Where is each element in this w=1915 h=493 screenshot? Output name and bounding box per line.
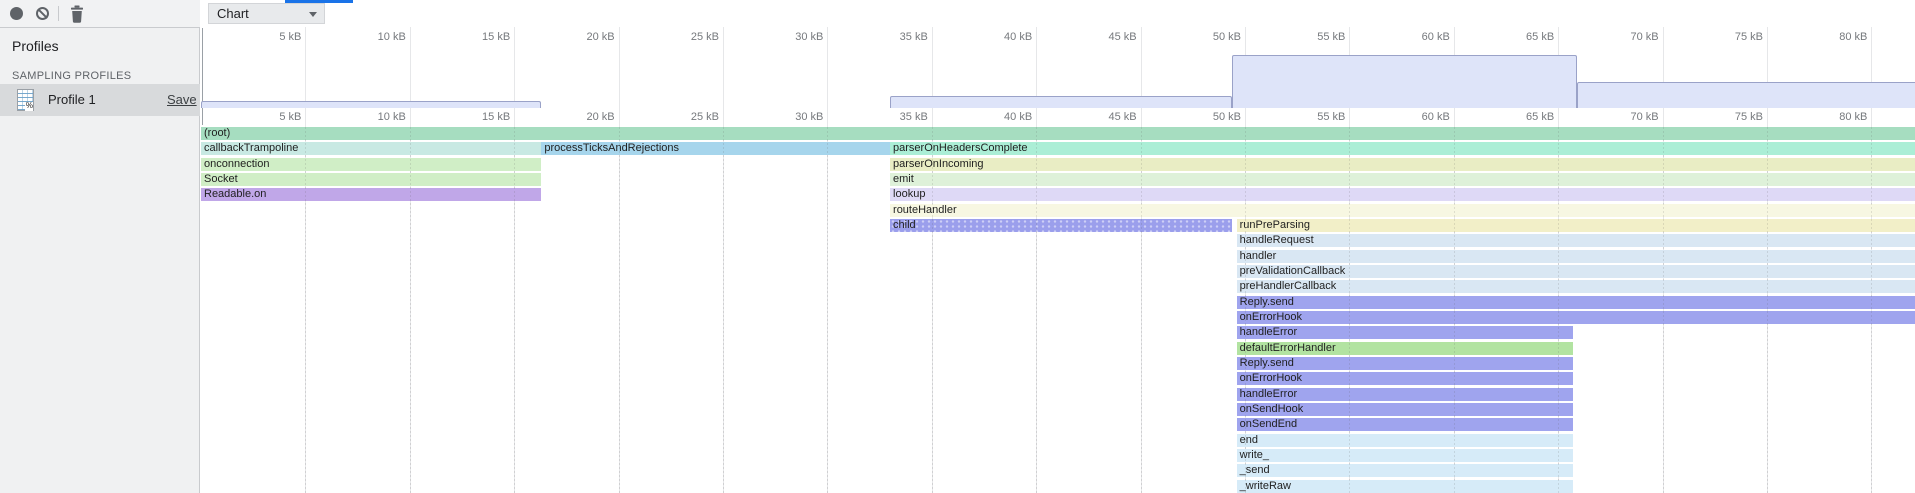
flame-frame[interactable]: handleError — [1237, 388, 1573, 401]
overview-ruler-tick-label: 80 kB — [1839, 31, 1867, 43]
sidebar-section-header: SAMPLING PROFILES — [12, 70, 131, 82]
flame-frame[interactable]: Readable.on — [201, 188, 541, 201]
overview-ruler-tick-label: 75 kB — [1735, 31, 1763, 43]
overview-ruler-tick-label: 65 kB — [1526, 31, 1554, 43]
flame-frame[interactable]: parserOnIncoming — [890, 158, 1915, 171]
overview-ruler-tick-label: 60 kB — [1422, 31, 1450, 43]
flame-frame[interactable]: onconnection — [201, 158, 541, 171]
delete-profile-button[interactable] — [69, 5, 85, 23]
flame-frame[interactable]: Reply.send — [1237, 357, 1573, 370]
flamechart-ruler-tick-label: 70 kB — [1630, 111, 1658, 123]
overview-area-segment — [201, 101, 541, 108]
clear-profiles-button[interactable] — [36, 7, 49, 20]
trash-icon — [69, 5, 85, 23]
view-mode-select[interactable]: Chart — [208, 3, 325, 24]
flamechart-ruler-tick-label: 75 kB — [1735, 111, 1763, 123]
flamechart-ruler-tick-label: 10 kB — [378, 111, 406, 123]
gridline — [410, 27, 411, 493]
flame-frame[interactable]: handleRequest — [1237, 234, 1915, 247]
flame-frame[interactable]: _writeRaw — [1237, 480, 1573, 493]
toolbar-separator — [58, 6, 59, 21]
flame-frame[interactable]: child — [890, 219, 1232, 232]
flamechart-pane[interactable]: 5 kB 5 kB 10 kB 10 kB 15 kB 15 kB 20 kB 20 kB 25… — [200, 27, 1915, 493]
gridline — [514, 27, 515, 493]
overview-ruler-tick-label: 10 kB — [378, 31, 406, 43]
flame-frame[interactable]: handler — [1237, 250, 1915, 263]
overview-ruler-tick-label: 50 kB — [1213, 31, 1241, 43]
flamechart-ruler-tick-label: 25 kB — [691, 111, 719, 123]
flamechart-ruler-tick-label: 50 kB — [1213, 111, 1241, 123]
flame-frame[interactable]: parserOnHeadersComplete — [890, 142, 1915, 155]
flamechart-ruler-tick-label: 15 kB — [482, 111, 510, 123]
overview-ruler-tick-label: 45 kB — [1108, 31, 1136, 43]
flame-frame[interactable]: onSendHook — [1237, 403, 1573, 416]
view-mode-select-value: Chart — [217, 6, 249, 21]
flame-frame[interactable]: onErrorHook — [1237, 311, 1915, 324]
flame-frame[interactable]: preValidationCallback — [1237, 265, 1915, 278]
flamechart-ruler-tick-label: 60 kB — [1422, 111, 1450, 123]
flame-frame[interactable]: write_ — [1237, 449, 1573, 462]
gridline — [305, 27, 306, 493]
gridline — [827, 27, 828, 493]
overview-area-segment — [890, 96, 1232, 108]
flamechart-ruler-tick-label: 30 kB — [795, 111, 823, 123]
heap-profile-icon: % — [17, 89, 34, 111]
overview-ruler-tick-label: 5 kB — [279, 31, 301, 43]
overview-ruler-tick-label: 25 kB — [691, 31, 719, 43]
toolbar-left-background — [0, 0, 200, 27]
flame-frame[interactable]: onErrorHook — [1237, 372, 1573, 385]
flamechart-ruler-tick-label: 80 kB — [1839, 111, 1867, 123]
flame-frame[interactable]: onSendEnd — [1237, 418, 1573, 431]
overview-ruler-tick-label: 30 kB — [795, 31, 823, 43]
profile-name: Profile 1 — [48, 84, 96, 116]
flamechart-ruler-tick-label: 20 kB — [586, 111, 614, 123]
flame-frame[interactable]: handleError — [1237, 326, 1573, 339]
profiles-sidebar: Profiles SAMPLING PROFILES % Profile 1 S… — [0, 28, 200, 493]
overview-area-segment — [1232, 55, 1577, 108]
overview-area-segment — [1577, 82, 1915, 108]
overview-ruler-tick-label: 15 kB — [482, 31, 510, 43]
percent-glyph: % — [25, 102, 33, 111]
flame-frame[interactable]: lookup — [890, 188, 1915, 201]
flamechart-ruler-tick-label: 65 kB — [1526, 111, 1554, 123]
flame-frame[interactable]: callbackTrampoline — [201, 142, 541, 155]
flame-frame[interactable]: Reply.send — [1237, 296, 1915, 309]
flame-frame[interactable]: processTicksAndRejections — [541, 142, 890, 155]
flame-frame[interactable]: defaultErrorHandler — [1237, 342, 1573, 355]
flame-frame[interactable]: Socket — [201, 173, 541, 186]
flame-frame[interactable]: runPreParsing — [1237, 219, 1915, 232]
chevron-down-icon — [309, 12, 317, 17]
toolbar: Chart — [0, 0, 1915, 28]
overview-ruler-tick-label: 70 kB — [1630, 31, 1658, 43]
flame-frame[interactable]: routeHandler — [890, 204, 1915, 217]
flame-frame[interactable]: _send — [1237, 464, 1573, 477]
flamechart-ruler-tick-label: 55 kB — [1317, 111, 1345, 123]
record-icon[interactable] — [10, 7, 23, 20]
flame-frame[interactable]: emit — [890, 173, 1915, 186]
save-profile-link[interactable]: Save — [167, 84, 197, 116]
sidebar-title: Profiles — [12, 38, 59, 54]
sidebar-item-profile-1[interactable]: % Profile 1 Save — [0, 84, 200, 116]
flame-frame[interactable]: (root) — [201, 127, 1915, 140]
overview-ruler-tick-label: 40 kB — [1004, 31, 1032, 43]
overview-ruler-tick-label: 35 kB — [900, 31, 928, 43]
overview-ruler-tick-label: 55 kB — [1317, 31, 1345, 43]
flame-frame[interactable]: preHandlerCallback — [1237, 280, 1915, 293]
flamechart-ruler-tick-label: 40 kB — [1004, 111, 1032, 123]
gridline — [619, 27, 620, 493]
flame-frame[interactable]: end — [1237, 434, 1573, 447]
axis-origin-line — [202, 28, 203, 125]
overview-ruler-tick-label: 20 kB — [586, 31, 614, 43]
flamechart-ruler-tick-label: 5 kB — [279, 111, 301, 123]
flamechart-ruler-tick-label: 45 kB — [1108, 111, 1136, 123]
flamechart-ruler-tick-label: 35 kB — [900, 111, 928, 123]
gridline — [723, 27, 724, 493]
devtools-memory-panel: Chart Profiles SAMPLING PROFILES % Profi… — [0, 0, 1915, 493]
